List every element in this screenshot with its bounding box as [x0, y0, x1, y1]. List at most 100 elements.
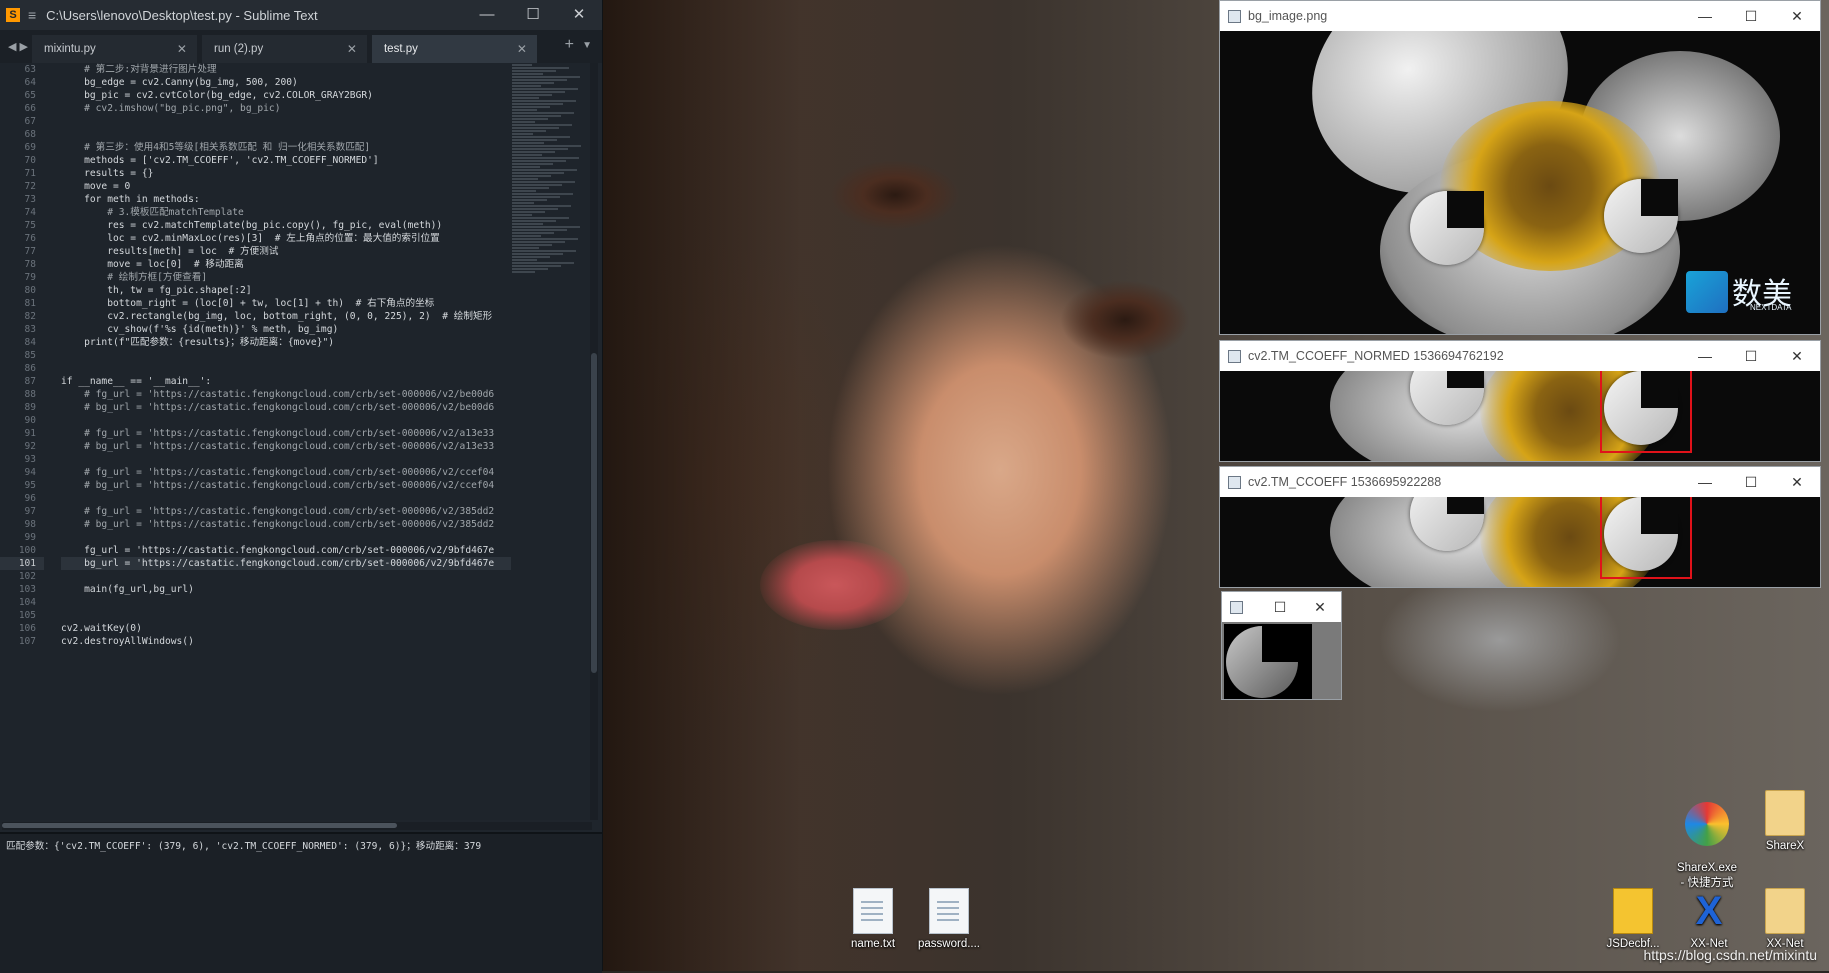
minimize-button[interactable]: — [1682, 467, 1728, 497]
code-line[interactable]: # fg_url = 'https://castatic.fengkongclo… [61, 427, 511, 440]
tab-test[interactable]: test.py ✕ [371, 35, 537, 63]
tab-dropdown-icon[interactable]: ▼ [582, 40, 592, 51]
code-line[interactable]: bg_pic = cv2.cvtColor(bg_edge, cv2.COLOR… [61, 89, 511, 102]
desktop-icon-jsdecbf[interactable]: JSDecbf... [1596, 888, 1670, 950]
code-line[interactable]: move = 0 [61, 180, 511, 193]
close-tab-icon[interactable]: ✕ [347, 35, 357, 63]
code-line[interactable]: loc = cv2.minMaxLoc(res)[3] # 左上角点的位置：最大… [61, 232, 511, 245]
minimap-line [512, 127, 559, 129]
code-line[interactable]: bg_edge = cv2.Canny(bg_img, 500, 200) [61, 76, 511, 89]
code-line[interactable] [61, 453, 511, 466]
code-line[interactable]: res = cv2.matchTemplate(bg_pic.copy(), f… [61, 219, 511, 232]
close-tab-icon[interactable]: ✕ [517, 35, 527, 63]
cv-title-bar[interactable]: bg_image.png — ☐ ✕ [1220, 1, 1820, 31]
maximize-button[interactable]: ☐ [1728, 341, 1774, 371]
maximize-button[interactable]: ☐ [1728, 467, 1774, 497]
code-line[interactable]: methods = ['cv2.TM_CCOEFF', 'cv2.TM_CCOE… [61, 154, 511, 167]
minimize-button[interactable]: — [464, 0, 510, 30]
desktop-icon-password[interactable]: password.... [912, 888, 986, 950]
code-line[interactable]: # 绘制方框[方便查看] [61, 271, 511, 284]
code-line[interactable] [61, 414, 511, 427]
cv-title-bar[interactable]: ☐ ✕ [1222, 592, 1341, 622]
code-line[interactable]: for meth in methods: [61, 193, 511, 206]
line-number: 83 [24, 324, 36, 335]
tab-label: mixintu.py [43, 43, 96, 55]
close-button[interactable]: ✕ [1305, 592, 1335, 622]
code-line[interactable]: results[meth] = loc # 方便测试 [61, 245, 511, 258]
logo-subtext: NEXTDATA [1750, 303, 1792, 312]
code-line[interactable] [61, 115, 511, 128]
code-line[interactable]: results = {} [61, 167, 511, 180]
code-line[interactable]: # 3.模板匹配matchTemplate [61, 206, 511, 219]
new-tab-icon[interactable]: + [565, 36, 574, 54]
code-line[interactable] [61, 362, 511, 375]
code-line[interactable]: # 第三步：使用4和5等级[相关系数匹配 和 归一化相关系数匹配] [61, 141, 511, 154]
minimap-line [512, 214, 532, 216]
hamburger-menu-icon[interactable]: ≡ [28, 7, 36, 23]
code-line[interactable]: # fg_url = 'https://castatic.fengkongclo… [61, 388, 511, 401]
code-line[interactable]: # fg_url = 'https://castatic.fengkongclo… [61, 466, 511, 479]
maximize-button[interactable]: ☐ [510, 0, 556, 30]
code-area[interactable]: # 第二步:对背景进行图片处理 bg_edge = cv2.Canny(bg_i… [61, 63, 511, 648]
code-line[interactable]: # cv2.imshow("bg_pic.png", bg_pic) [61, 102, 511, 115]
code-line[interactable] [61, 128, 511, 141]
lock-file-icon [1613, 888, 1653, 934]
desktop-icon-xxnet-app[interactable]: X XX-Net [1672, 888, 1746, 950]
vertical-scrollbar[interactable] [590, 63, 598, 820]
code-line[interactable]: cv_show(f'%s {id(meth)}' % meth, bg_img) [61, 323, 511, 336]
close-button[interactable]: ✕ [1774, 467, 1820, 497]
code-line[interactable]: cv2.waitKey(0) [61, 622, 511, 635]
code-line[interactable]: # fg_url = 'https://castatic.fengkongclo… [61, 505, 511, 518]
minimize-button[interactable]: — [1682, 341, 1728, 371]
code-line[interactable] [61, 609, 511, 622]
cv-title-bar[interactable]: cv2.TM_CCOEFF 1536695922288 — ☐ ✕ [1220, 467, 1820, 497]
code-line[interactable]: cv2.rectangle(bg_img, loc, bottom_right,… [61, 310, 511, 323]
desktop-icon-xxnet-folder[interactable]: XX-Net [1748, 888, 1822, 950]
line-number: 70 [24, 155, 36, 166]
code-line[interactable]: # 第二步:对背景进行图片处理 [61, 63, 511, 76]
minimize-button[interactable]: — [1682, 1, 1728, 31]
code-line[interactable]: # bg_url = 'https://castatic.fengkongclo… [61, 518, 511, 531]
code-line[interactable]: # bg_url = 'https://castatic.fengkongclo… [61, 440, 511, 453]
build-output-panel[interactable]: 匹配参数：{'cv2.TM_CCOEFF': (379, 6), 'cv2.TM… [0, 832, 602, 973]
maximize-button[interactable]: ☐ [1728, 1, 1774, 31]
opencv-window-icon [1230, 601, 1243, 614]
scroll-thumb[interactable] [591, 353, 597, 673]
code-line[interactable]: main(fg_url,bg_url) [61, 583, 511, 596]
minimap[interactable] [512, 63, 588, 363]
minimap-line [512, 268, 548, 270]
code-line[interactable] [61, 349, 511, 362]
code-line[interactable]: # bg_url = 'https://castatic.fengkongclo… [61, 401, 511, 414]
code-line[interactable]: cv2.destroyAllWindows() [61, 635, 511, 648]
code-line[interactable]: th, tw = fg_pic.shape[:2] [61, 284, 511, 297]
sublime-title-bar[interactable]: S ≡ C:\Users\lenovo\Desktop\test.py - Su… [0, 0, 602, 30]
tab-mixintu[interactable]: mixintu.py ✕ [31, 35, 197, 63]
close-button[interactable]: ✕ [556, 0, 602, 30]
code-line[interactable] [61, 492, 511, 505]
code-editor[interactable]: 63 64 65 66 67 68 69 70 71 72 73 74 75 76 77 78 79 80 81 82… [0, 63, 590, 820]
maximize-button[interactable]: ☐ [1265, 592, 1295, 622]
desktop-icon-sharex-folder[interactable]: ShareX [1748, 790, 1822, 852]
horizontal-scrollbar[interactable] [2, 822, 592, 830]
cv-title-bar[interactable]: cv2.TM_CCOEFF_NORMED 1536694762192 — ☐ ✕ [1220, 341, 1820, 371]
close-button[interactable]: ✕ [1774, 1, 1820, 31]
code-line[interactable] [61, 596, 511, 609]
code-line[interactable]: # bg_url = 'https://castatic.fengkongclo… [61, 479, 511, 492]
desktop-icon-sharex-shortcut[interactable]: ShareX.exe - 快捷方式 [1670, 790, 1744, 890]
close-tab-icon[interactable]: ✕ [177, 35, 187, 63]
code-line[interactable] [61, 570, 511, 583]
desktop-icon-name-txt[interactable]: name.txt [836, 888, 910, 950]
code-line[interactable]: bottom_right = (loc[0] + tw, loc[1] + th… [61, 297, 511, 310]
scroll-thumb[interactable] [2, 823, 397, 828]
tab-nav-arrows-icon[interactable]: ◀ ▶ [0, 40, 32, 63]
minimap-line [512, 91, 565, 93]
code-line[interactable]: print(f"匹配参数：{results}；移动距离：{move}") [61, 336, 511, 349]
code-line[interactable] [61, 531, 511, 544]
code-line[interactable]: if __name__ == '__main__': [61, 375, 511, 388]
code-line[interactable]: bg_url = 'https://castatic.fengkongcloud… [61, 557, 511, 570]
code-line[interactable]: fg_url = 'https://castatic.fengkongcloud… [61, 544, 511, 557]
tab-run-2[interactable]: run (2).py ✕ [201, 35, 367, 63]
icon-label: ShareX [1765, 840, 1805, 852]
close-button[interactable]: ✕ [1774, 341, 1820, 371]
code-line[interactable]: move = loc[0] # 移动距离 [61, 258, 511, 271]
